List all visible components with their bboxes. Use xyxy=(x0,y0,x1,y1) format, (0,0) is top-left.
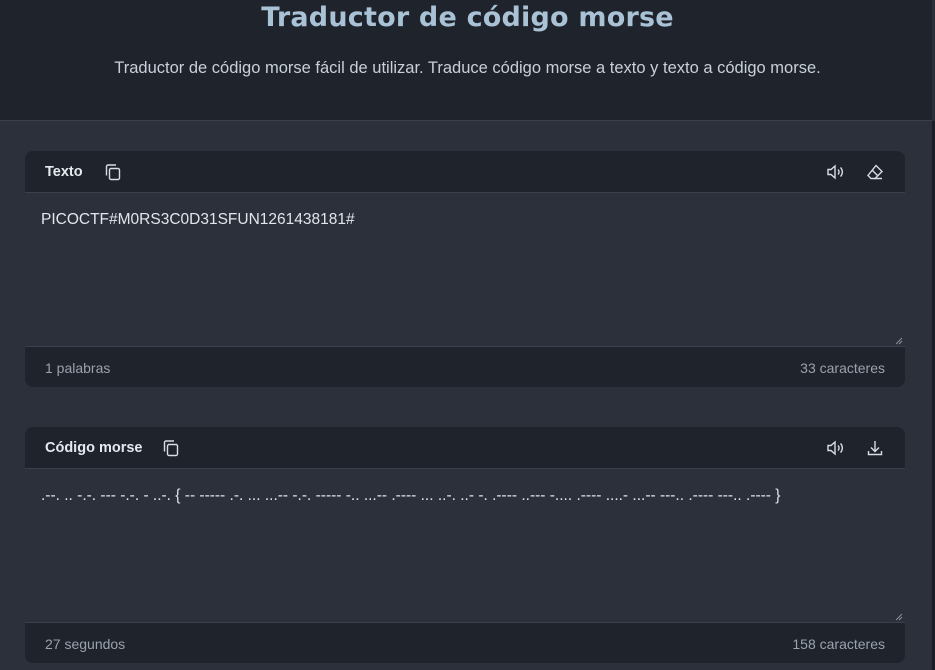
eraser-icon[interactable] xyxy=(864,161,886,183)
morse-panel-header: Código morse xyxy=(25,427,905,469)
resize-grip-icon[interactable] xyxy=(895,337,903,345)
morse-output[interactable]: .--. .. -.-. --- -.-. - ..-. { -- ----- … xyxy=(25,469,905,623)
char-count: 33 caracteres xyxy=(800,360,885,376)
download-icon[interactable] xyxy=(864,437,886,459)
text-input[interactable]: PICOCTF#M0RS3C0D31SFUN1261438181# xyxy=(25,193,905,347)
copy-icon[interactable] xyxy=(102,161,124,183)
page-subtitle: Traductor de código morse fácil de utili… xyxy=(114,59,821,77)
speaker-icon[interactable] xyxy=(824,437,846,459)
text-panel-footer: 1 palabras 33 caracteres xyxy=(25,347,905,387)
page-title: Traductor de código morse xyxy=(261,2,674,33)
duration: 27 segundos xyxy=(45,636,126,652)
text-panel: Texto PICOCTF#M0RS3C0D31SFUN1261438181# xyxy=(25,151,905,387)
page-header: Traductor de código morse Traductor de c… xyxy=(0,0,935,121)
morse-panel-footer: 27 segundos 158 caracteres xyxy=(25,623,905,663)
char-count: 158 caracteres xyxy=(792,636,885,652)
text-panel-header: Texto xyxy=(25,151,905,193)
speaker-icon[interactable] xyxy=(824,161,846,183)
word-count: 1 palabras xyxy=(45,360,111,376)
text-panel-title: Texto xyxy=(45,164,83,180)
morse-panel-title: Código morse xyxy=(45,440,143,456)
morse-panel: Código morse .--. .. -.-. --- -.-. - ..-… xyxy=(25,427,905,663)
copy-icon[interactable] xyxy=(160,437,182,459)
resize-grip-icon[interactable] xyxy=(895,613,903,621)
